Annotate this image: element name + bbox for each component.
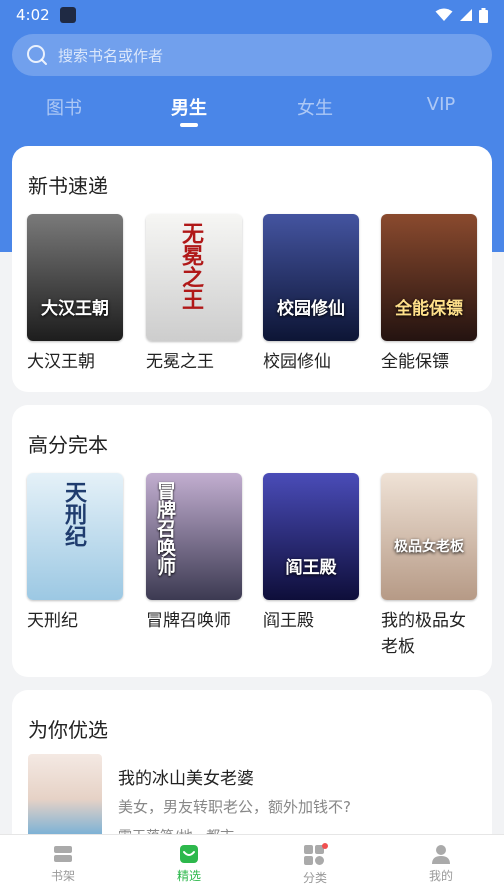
book-item[interactable]: 校园修仙 校园修仙 [263,214,359,375]
book-item[interactable]: 极品女老板 我的极品女老板 [381,473,481,660]
book-cover[interactable]: 冒牌召唤师 [146,473,242,600]
tab-vip[interactable]: VIP [391,94,491,115]
battery-icon [479,7,488,23]
section-title: 高分完本 [28,433,108,457]
cover-title: 阎王殿 [285,558,337,578]
cover-title: 全能保镖 [395,299,463,319]
book-title[interactable]: 无冕之王 [146,349,242,375]
book-description: 美女，男友转职老公，额外加钱不? [118,798,351,816]
book-cover[interactable]: 无冕之王 [146,214,242,341]
bottom-nav: 书架 精选 分类 我的 [0,834,504,896]
section-title: 为你优选 [28,718,108,742]
book-title[interactable]: 我的冰山美女老婆 [118,764,254,789]
book-item[interactable]: 大汉王朝 大汉王朝 [27,214,123,375]
notification-dot [322,843,328,849]
book-title[interactable]: 阎王殿 [263,608,359,634]
cover-title: 冒牌召唤师 [154,481,176,576]
book-cover[interactable]: 校园修仙 [263,214,359,341]
high-score-section: 高分完本 天刑纪 天刑纪 冒牌召唤师 冒牌召唤师 阎王殿 阎王殿 极品女老板 我… [12,405,492,677]
category-tabs: 图书 男生 女生 VIP [0,88,504,128]
nav-label: 书架 [50,869,75,883]
notification-app-icon [59,7,76,23]
new-books-section: 新书速递 大汉王朝 大汉王朝 无冕之王 无冕之王 校园修仙 校园修仙 全能保镖 … [12,146,492,392]
book-item[interactable]: 全能保镖 全能保镖 [381,214,477,375]
cover-title: 天刑纪 [61,481,86,547]
search-bar[interactable]: 搜索书名或作者 [12,34,492,76]
bookshelf-icon [54,846,72,862]
nav-label: 我的 [428,869,453,883]
wifi-icon [435,8,453,21]
book-title[interactable]: 天刑纪 [27,608,123,634]
nav-label: 分类 [302,871,327,885]
book-item[interactable]: 阎王殿 阎王殿 [263,473,359,634]
status-bar: 4:02 [0,0,504,30]
nav-featured[interactable]: 精选 [126,843,252,884]
profile-icon [432,845,450,864]
cover-title: 大汉王朝 [41,299,109,319]
tab-male[interactable]: 男生 [139,94,239,120]
book-item[interactable]: 冒牌召唤师 冒牌召唤师 [146,473,242,634]
book-title[interactable]: 冒牌召唤师 [146,608,242,634]
book-title[interactable]: 全能保镖 [381,349,477,375]
category-icon [304,843,328,865]
book-cover[interactable]: 阎王殿 [263,473,359,600]
book-item[interactable]: 无冕之王 无冕之王 [146,214,242,375]
book-cover[interactable]: 全能保镖 [381,214,477,341]
book-item[interactable]: 天刑纪 天刑纪 [27,473,123,634]
book-cover[interactable] [28,754,102,844]
status-icons [435,7,488,23]
section-title: 新书速递 [28,174,108,198]
book-cover[interactable]: 大汉王朝 [27,214,123,341]
nav-bookshelf[interactable]: 书架 [0,843,126,884]
tab-books[interactable]: 图书 [14,94,114,120]
search-icon [27,45,47,65]
book-cover[interactable]: 天刑纪 [27,473,123,600]
book-cover[interactable]: 极品女老板 [381,473,477,600]
nav-profile[interactable]: 我的 [378,843,504,884]
featured-icon [180,845,198,863]
book-title[interactable]: 大汉王朝 [27,349,123,375]
tab-female[interactable]: 女生 [265,94,365,120]
nav-category[interactable]: 分类 [252,843,378,886]
recommended-section: 为你优选 我的冰山美女老婆 美女，男友转职老公，额外加钱不? 霜天落笔/地 · … [12,690,492,850]
nav-label: 精选 [176,869,201,883]
search-placeholder: 搜索书名或作者 [58,46,164,65]
book-title[interactable]: 校园修仙 [263,349,359,375]
cover-title: 校园修仙 [277,299,345,319]
recommended-book-item[interactable]: 我的冰山美女老婆 美女，男友转职老公，额外加钱不? 霜天落笔/地 · 都市 [28,754,476,845]
status-time: 4:02 [16,6,50,24]
active-tab-indicator [180,123,198,127]
cover-title: 无冕之王 [178,222,203,310]
signal-icon [460,9,472,21]
cover-title: 极品女老板 [394,539,464,555]
book-title[interactable]: 我的极品女老板 [381,608,481,660]
